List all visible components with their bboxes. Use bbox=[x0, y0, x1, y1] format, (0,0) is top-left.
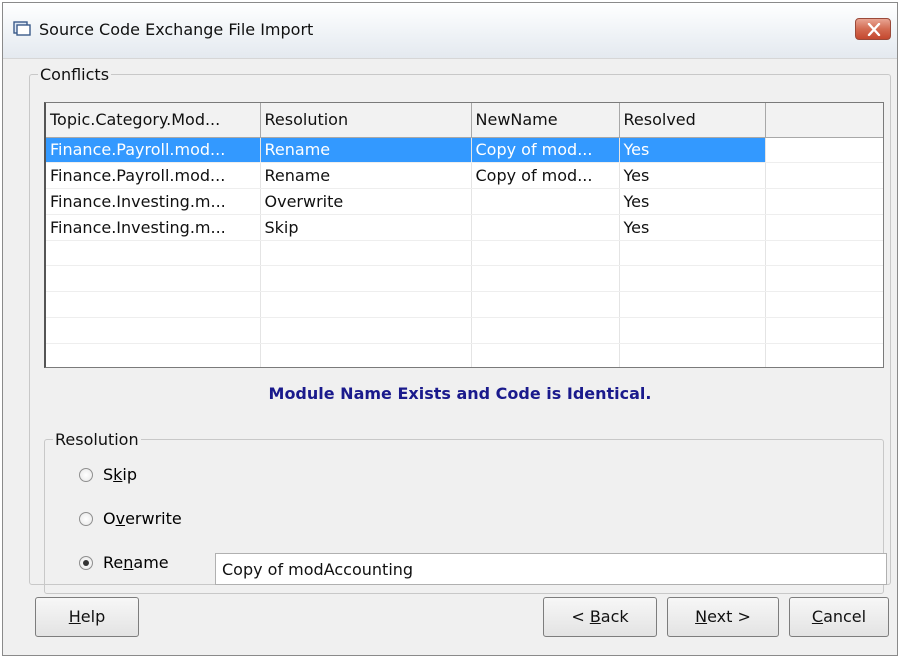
rename-label: Rename bbox=[103, 553, 169, 572]
overwrite-option[interactable]: Overwrite bbox=[79, 509, 182, 528]
cell-resolution: Overwrite bbox=[260, 188, 472, 215]
cell-topic: Finance.Payroll.mod... bbox=[46, 162, 261, 190]
cell-topic: Finance.Payroll.mod... bbox=[46, 137, 261, 164]
back-button[interactable]: < Back bbox=[543, 597, 657, 637]
app-icon bbox=[13, 21, 31, 36]
conflicts-group: Conflicts Topic.Category.Mod... Resoluti… bbox=[29, 65, 891, 594]
column-header-topic[interactable]: Topic.Category.Mod... bbox=[46, 103, 261, 138]
header-row: Topic.Category.Mod... Resolution NewName… bbox=[46, 103, 883, 138]
close-button[interactable] bbox=[855, 18, 891, 40]
status-message: Module Name Exists and Code is Identical… bbox=[268, 384, 652, 403]
empty-row bbox=[46, 240, 883, 267]
overwrite-radio[interactable] bbox=[79, 511, 93, 526]
title-bar: Source Code Exchange File Import bbox=[3, 3, 897, 59]
rename-option[interactable]: Rename bbox=[79, 553, 169, 572]
import-dialog: Source Code Exchange File Import Conflic… bbox=[2, 2, 898, 656]
conflicts-table: Topic.Category.Mod... Resolution NewName… bbox=[46, 103, 883, 367]
cell-resolved: Yes bbox=[619, 162, 766, 190]
next-button[interactable]: Next > bbox=[667, 597, 779, 637]
help-button[interactable]: Help bbox=[35, 597, 139, 637]
cell-newname bbox=[471, 214, 620, 241]
table-row[interactable]: Finance.Investing.m... Skip Yes bbox=[46, 214, 883, 241]
rename-radio[interactable] bbox=[79, 555, 93, 570]
rename-input[interactable] bbox=[215, 553, 887, 585]
skip-radio[interactable] bbox=[79, 467, 93, 482]
cell-topic: Finance.Investing.m... bbox=[46, 214, 261, 241]
cell-resolved: Yes bbox=[619, 214, 766, 241]
cell-filler bbox=[765, 188, 883, 215]
cell-resolved: Yes bbox=[619, 137, 766, 164]
empty-row bbox=[46, 317, 883, 344]
table-row[interactable]: Finance.Payroll.mod... Rename Copy of mo… bbox=[46, 162, 883, 190]
close-icon bbox=[867, 23, 881, 36]
cell-newname: Copy of mod... bbox=[471, 137, 620, 164]
cell-resolution: Rename bbox=[260, 162, 472, 190]
conflicts-grid[interactable]: Topic.Category.Mod... Resolution NewName… bbox=[44, 102, 884, 368]
skip-label: Skip bbox=[103, 465, 138, 484]
column-header-resolution[interactable]: Resolution bbox=[260, 103, 472, 138]
cell-resolution: Rename bbox=[260, 137, 472, 164]
cell-resolved: Yes bbox=[619, 188, 766, 215]
cancel-button[interactable]: Cancel bbox=[789, 597, 889, 637]
window-title: Source Code Exchange File Import bbox=[39, 20, 314, 39]
cell-filler bbox=[765, 137, 883, 164]
empty-row bbox=[46, 291, 883, 319]
cell-newname bbox=[471, 188, 620, 215]
table-row[interactable]: Finance.Payroll.mod... Rename Copy of mo… bbox=[46, 137, 883, 164]
cell-topic: Finance.Investing.m... bbox=[46, 188, 261, 215]
empty-row bbox=[46, 343, 883, 367]
cell-newname: Copy of mod... bbox=[471, 162, 620, 190]
table-row[interactable]: Finance.Investing.m... Overwrite Yes bbox=[46, 188, 883, 215]
empty-row bbox=[46, 265, 883, 293]
overwrite-label: Overwrite bbox=[103, 509, 182, 528]
cell-filler bbox=[765, 214, 883, 241]
resolution-legend: Resolution bbox=[55, 430, 139, 449]
skip-option[interactable]: Skip bbox=[79, 465, 137, 484]
column-header-newname[interactable]: NewName bbox=[471, 103, 620, 138]
conflicts-legend: Conflicts bbox=[40, 65, 110, 84]
column-header-resolved[interactable]: Resolved bbox=[619, 103, 766, 138]
column-header-filler bbox=[765, 103, 883, 138]
cell-resolution: Skip bbox=[260, 214, 472, 241]
cell-filler bbox=[765, 162, 883, 190]
resolution-group: Resolution Skip Overwrite Rename bbox=[44, 430, 887, 594]
